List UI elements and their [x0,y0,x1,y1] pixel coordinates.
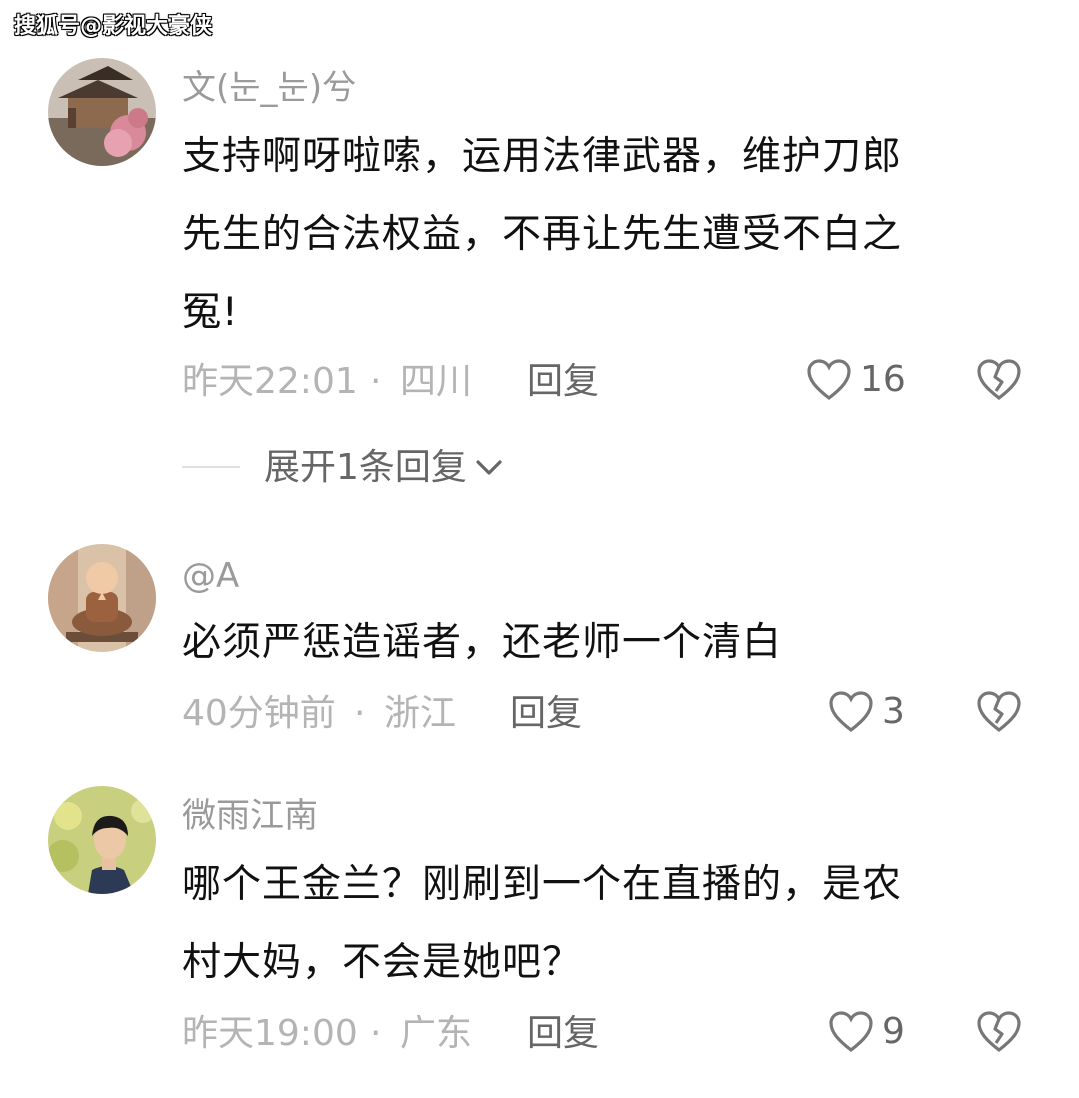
comment-3-reply-button[interactable]: 回复 [527,1012,599,1056]
comment-3-dislike-button[interactable] [976,1010,1022,1058]
expand-replies-label: 展开1条回复 [264,447,467,488]
comment-3-like-button[interactable]: 9 [828,1010,905,1054]
comment-3-like-count: 9 [882,1011,905,1052]
person-avatar-icon [48,786,156,894]
comment-2-username[interactable]: @A [182,556,239,596]
comment-1-like-button[interactable]: 16 [806,358,906,402]
comment-2-reply-button[interactable]: 回复 [510,692,582,736]
comment-3-text: 哪个王金兰？刚刷到一个在直播的，是农 村大妈，不会是她吧？ [182,846,1012,1002]
comment-1-avatar[interactable] [48,58,156,166]
comment-3-username[interactable]: 微雨江南 [182,796,318,836]
expand-replies-button[interactable]: 展开1条回复 [264,446,503,490]
chevron-down-icon [476,460,502,475]
broken-heart-icon [977,359,1021,401]
comment-2-time: 40分钟前 [182,693,336,734]
comment-1-dislike-button[interactable] [976,358,1022,406]
broken-heart-icon [977,1011,1021,1053]
heart-outline-icon [829,691,873,733]
comment-1-location: 四川 [400,361,473,402]
comment-1-reply-button[interactable]: 回复 [527,360,599,404]
comment-1-time: 昨天22:01 [182,361,358,402]
comment-2-text: 必须严惩造谣者，还老师一个清白 [182,604,1012,682]
comment-1-line-3: 冤! [182,290,239,335]
comment-1-like-count: 16 [860,359,906,400]
comment-3-location: 广东 [400,1013,473,1054]
heart-outline-icon [807,359,851,401]
comment-2-dot: · [354,693,366,734]
comment-1-line-2: 先生的合法权益，不再让先生遭受不白之 [182,212,903,257]
monk-avatar-icon [48,544,156,652]
comment-2-dislike-button[interactable] [976,690,1022,738]
comment-2-like-button[interactable]: 3 [828,690,905,734]
heart-outline-icon [829,1011,873,1053]
comment-3-line-2: 村大妈，不会是她吧？ [182,940,583,985]
comment-3-avatar[interactable] [48,786,156,894]
comment-3-time: 昨天19:00 [182,1013,358,1054]
comment-3-line-1: 哪个王金兰？刚刷到一个在直播的，是农 [182,862,903,907]
comment-2-line-1: 必须严惩造谣者，还老师一个清白 [182,620,783,665]
comment-1-dot: · [370,361,382,402]
comment-2-location: 浙江 [384,693,457,734]
comment-2-avatar[interactable] [48,544,156,652]
temple-avatar-icon [48,58,156,166]
comment-1-username[interactable]: 文(눈_눈)兮 [182,68,356,108]
expand-divider [182,466,240,468]
watermark: 搜狐号@影视大豪侠 [14,14,213,39]
comment-1-line-1: 支持啊呀啦嗦，运用法律武器，维护刀郎 [182,134,903,179]
comment-3-dot: · [370,1013,382,1054]
comment-2-like-count: 3 [882,691,905,732]
broken-heart-icon [977,691,1021,733]
comment-1-text: 支持啊呀啦嗦，运用法律武器，维护刀郎 先生的合法权益，不再让先生遭受不白之 冤! [182,118,1012,352]
